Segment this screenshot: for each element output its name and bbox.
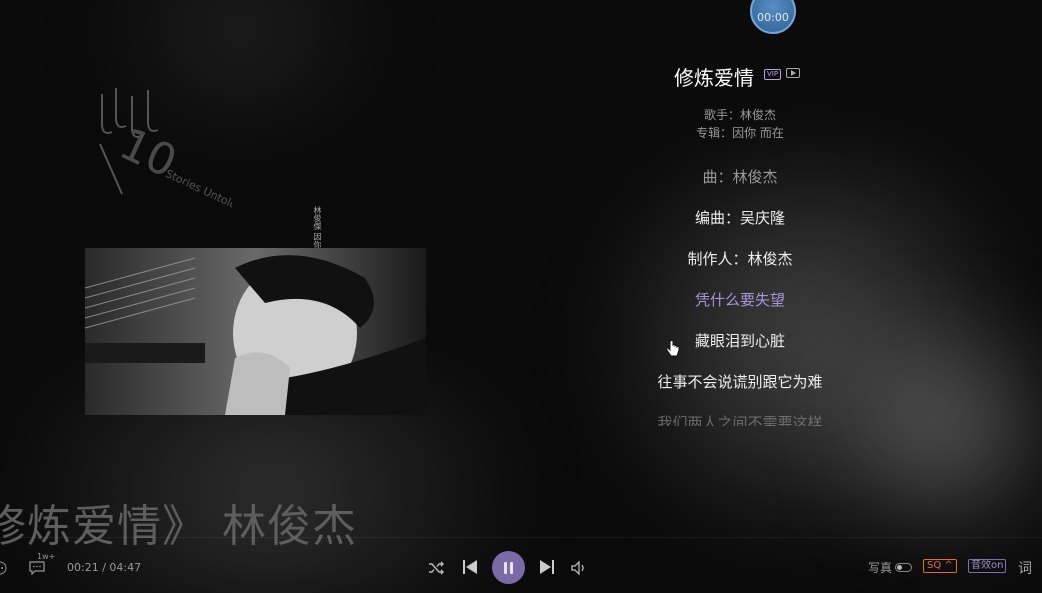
sound-effect-button[interactable]: 音效on — [968, 559, 1007, 573]
playback-time: 00:21 / 04:47 — [67, 561, 142, 574]
lyric-line[interactable]: 曲：林俊杰 — [600, 166, 880, 187]
lyric-line-current[interactable]: 凭什么要失望 — [600, 289, 880, 310]
album-cover-photo — [85, 248, 426, 415]
shuffle-icon[interactable] — [428, 560, 444, 579]
marquee-song-title: 修炼爱情》 林俊杰 — [0, 501, 357, 552]
comment-icon[interactable] — [29, 560, 45, 579]
quality-button[interactable]: SQ ^ — [923, 559, 957, 573]
more-icon[interactable] — [0, 560, 12, 579]
volume-icon[interactable] — [571, 560, 587, 579]
mv-play-icon[interactable] — [786, 68, 800, 78]
next-icon[interactable] — [539, 559, 555, 579]
photo-mode-toggle[interactable] — [895, 563, 912, 572]
vip-badge: VIP — [764, 69, 782, 80]
lyric-line[interactable]: 制作人：林俊杰 — [600, 248, 880, 269]
song-header: 修炼爱情 VIP — [0, 62, 1042, 90]
lyric-line[interactable]: 我们两人之间不需要这样 — [600, 412, 880, 426]
lyric-line[interactable]: 编曲：吴庆隆 — [600, 207, 880, 228]
previous-icon[interactable] — [462, 559, 478, 579]
album-line[interactable]: 专辑：因你 而在 — [640, 124, 840, 141]
player-control-bar: 1w+ 00:21 / 04:47 写真 SQ ^ 音效on 词 — [0, 548, 1042, 588]
singer-line[interactable]: 歌手：林俊杰 — [640, 106, 840, 123]
photo-mode-label: 写真 — [868, 561, 893, 575]
album-logo: 10 Stories Untold — [92, 84, 239, 234]
divider — [0, 537, 1042, 538]
lyrics-button[interactable]: 词 — [1018, 558, 1032, 578]
hand-cursor-icon — [666, 340, 680, 360]
pause-button[interactable] — [492, 551, 525, 584]
song-title: 修炼爱情 — [674, 66, 754, 90]
comment-count: 1w+ — [37, 552, 56, 561]
album-logo-text: Stories Untold — [163, 167, 232, 212]
lyric-fade-mask: 我们两人之间不需要这样 — [600, 412, 880, 426]
lyric-line[interactable]: 藏眼泪到心脏 — [600, 330, 880, 351]
lyric-line[interactable]: 往事不会说谎别跟它为难 — [600, 371, 880, 392]
